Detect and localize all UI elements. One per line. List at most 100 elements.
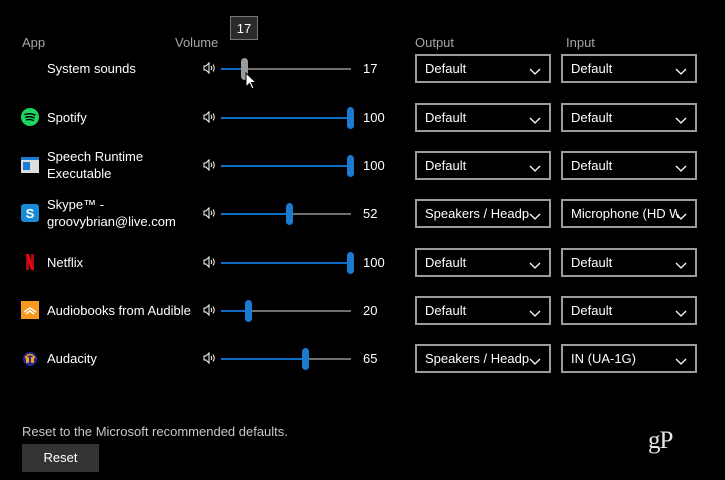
output-device-dropdown[interactable]: Speakers / Headp xyxy=(415,199,551,228)
chevron-down-icon xyxy=(529,113,541,124)
app-name: Audiobooks from Audible xyxy=(47,303,191,318)
output-device-value: Speakers / Headp xyxy=(425,351,530,366)
input-device-dropdown[interactable]: Default xyxy=(561,103,697,132)
output-device-value: Default xyxy=(425,303,467,318)
app-name: Speech Runtime Executable xyxy=(47,149,144,181)
speaker-icon xyxy=(202,158,218,172)
chevron-down-icon xyxy=(529,306,541,317)
app-row: System sounds 17 Default Default xyxy=(0,48,725,88)
output-device-dropdown[interactable]: Speakers / Headp xyxy=(415,344,551,373)
speaker-icon xyxy=(202,351,218,365)
chevron-down-icon xyxy=(675,113,687,124)
chevron-down-icon xyxy=(529,64,541,75)
volume-slider[interactable] xyxy=(221,58,351,80)
chevron-down-icon xyxy=(675,161,687,172)
volume-slider[interactable] xyxy=(221,203,351,225)
app-row: S Skype™ - groovybrian@live.com 52 Speakers… xyxy=(0,193,725,233)
input-device-value: Default xyxy=(571,110,613,125)
volume-slider-thumb[interactable] xyxy=(347,252,354,274)
chevron-down-icon xyxy=(675,306,687,317)
chevron-down-icon xyxy=(529,209,541,220)
input-device-dropdown[interactable]: Default xyxy=(561,54,697,83)
volume-value: 17 xyxy=(363,61,378,76)
volume-slider-fill xyxy=(221,213,289,215)
speech-runtime-icon xyxy=(21,156,39,174)
volume-slider-fill xyxy=(221,310,248,312)
input-device-value: Default xyxy=(571,255,613,270)
speaker-icon xyxy=(202,206,218,220)
app-row: Audacity 65 Speakers / Headp IN (UA-1G) xyxy=(0,338,725,378)
app-name: System sounds xyxy=(47,61,136,76)
input-device-dropdown[interactable]: Default xyxy=(561,248,697,277)
output-device-dropdown[interactable]: Default xyxy=(415,103,551,132)
app-row: Spotify 100 Default Default xyxy=(0,97,725,137)
input-device-dropdown[interactable]: IN (UA-1G) xyxy=(561,344,697,373)
speaker-icon xyxy=(202,110,218,124)
volume-slider-fill xyxy=(221,165,350,167)
app-row: Audiobooks from Audible 20 Default Default xyxy=(0,290,725,330)
svg-text:S: S xyxy=(26,206,35,221)
skype-icon: S xyxy=(21,204,39,222)
input-device-dropdown[interactable]: Default xyxy=(561,296,697,325)
input-device-value: IN (UA-1G) xyxy=(571,351,636,366)
volume-value: 100 xyxy=(363,158,385,173)
input-device-value: Default xyxy=(571,61,613,76)
output-device-value: Speakers / Headp xyxy=(425,206,530,221)
chevron-down-icon xyxy=(529,354,541,365)
output-device-value: Default xyxy=(425,110,467,125)
reset-button[interactable]: Reset xyxy=(22,444,99,472)
volume-slider-thumb[interactable] xyxy=(347,155,354,177)
output-device-dropdown[interactable]: Default xyxy=(415,296,551,325)
speaker-icon xyxy=(202,303,218,317)
input-device-dropdown[interactable]: Microphone (HD W xyxy=(561,199,697,228)
volume-slider[interactable] xyxy=(221,107,354,129)
app-name: Audacity xyxy=(47,351,97,366)
input-device-value: Microphone (HD W xyxy=(571,206,679,221)
groovypost-logo: gP xyxy=(648,427,673,454)
input-device-value: Default xyxy=(571,303,613,318)
chevron-down-icon xyxy=(529,258,541,269)
volume-slider[interactable] xyxy=(221,252,354,274)
app-row: Netflix 100 Default Default xyxy=(0,242,725,282)
volume-slider-thumb[interactable] xyxy=(302,348,309,370)
volume-slider[interactable] xyxy=(221,300,351,322)
volume-slider[interactable] xyxy=(221,155,354,177)
volume-value: 20 xyxy=(363,303,378,318)
output-device-value: Default xyxy=(425,158,467,173)
netflix-icon xyxy=(21,253,39,271)
volume-slider-fill xyxy=(221,262,350,264)
reset-description: Reset to the Microsoft recommended defau… xyxy=(22,424,288,439)
volume-slider-thumb[interactable] xyxy=(286,203,293,225)
speaker-icon xyxy=(202,255,218,269)
volume-value: 100 xyxy=(363,255,385,270)
audible-icon xyxy=(21,301,39,319)
input-device-dropdown[interactable]: Default xyxy=(561,151,697,180)
app-name: Netflix xyxy=(47,255,84,270)
app-name: Spotify xyxy=(47,110,87,125)
output-device-value: Default xyxy=(425,61,467,76)
app-name: Skype™ - groovybrian@live.com xyxy=(47,197,176,229)
volume-tooltip: 17 xyxy=(230,16,258,40)
volume-slider[interactable] xyxy=(221,348,351,370)
spotify-icon xyxy=(21,108,39,126)
chevron-down-icon xyxy=(675,209,687,220)
mouse-cursor-icon xyxy=(245,72,257,90)
app-row: Speech Runtime Executable 100 Default Defau… xyxy=(0,145,725,185)
output-device-dropdown[interactable]: Default xyxy=(415,151,551,180)
volume-slider-thumb[interactable] xyxy=(347,107,354,129)
speaker-icon xyxy=(202,61,218,75)
volume-slider-thumb[interactable] xyxy=(245,300,252,322)
volume-slider-fill xyxy=(221,358,305,360)
volume-value: 100 xyxy=(363,110,385,125)
chevron-down-icon xyxy=(675,64,687,75)
output-device-dropdown[interactable]: Default xyxy=(415,248,551,277)
input-device-value: Default xyxy=(571,158,613,173)
audacity-icon xyxy=(21,349,39,367)
output-device-value: Default xyxy=(425,255,467,270)
chevron-down-icon xyxy=(529,161,541,172)
output-device-dropdown[interactable]: Default xyxy=(415,54,551,83)
volume-value: 52 xyxy=(363,206,378,221)
volume-slider-fill xyxy=(221,117,350,119)
chevron-down-icon xyxy=(675,354,687,365)
volume-value: 65 xyxy=(363,351,378,366)
